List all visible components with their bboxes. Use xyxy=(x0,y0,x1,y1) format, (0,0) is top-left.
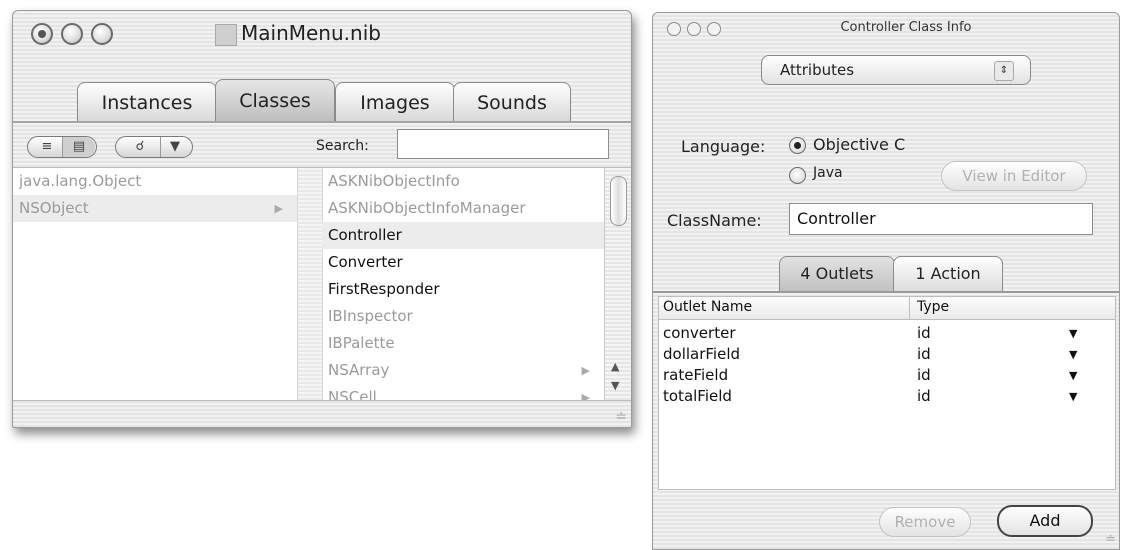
classname-field[interactable]: Controller xyxy=(789,203,1093,235)
browser-item-asknibobjectinfo[interactable]: ASKNibObjectInfo xyxy=(322,168,604,195)
tab-images[interactable]: Images xyxy=(335,82,455,122)
column-divider[interactable] xyxy=(909,297,910,319)
browser-column-2: ASKNibObjectInfo ASKNibObjectInfoManager… xyxy=(322,168,604,400)
outlet-name-cell: converter xyxy=(663,324,736,342)
browser-item-label: java.lang.Object xyxy=(19,172,142,190)
resize-grip-icon[interactable]: ≐ xyxy=(615,409,627,425)
browser-column-1: java.lang.Object NSObject ▶ xyxy=(13,168,297,400)
column-header-outlet-name[interactable]: Outlet Name xyxy=(663,299,752,315)
search-options-popup[interactable]: ☌ ▼ xyxy=(115,136,193,158)
outlet-name-cell: dollarField xyxy=(663,345,741,363)
status-bar: ≐ xyxy=(13,400,631,427)
browser-item-ibinspector[interactable]: IBInspector xyxy=(322,303,604,330)
outlet-type-cell: id xyxy=(917,324,931,342)
window-title: Controller Class Info xyxy=(840,20,972,35)
outlets-table: Outlet Name Type converter id ▼ dollarFi… xyxy=(658,296,1116,490)
disclosure-arrow-icon: ▶ xyxy=(274,202,283,215)
zoom-button[interactable] xyxy=(91,23,113,45)
tab-classes[interactable]: Classes xyxy=(215,79,335,122)
popup-value: Attributes xyxy=(780,61,855,79)
browser-item-label: NSObject xyxy=(19,199,89,217)
tab-divider xyxy=(653,291,1119,293)
scroll-up-arrow-icon[interactable]: ▲ xyxy=(611,360,619,373)
view-in-editor-button[interactable]: View in Editor xyxy=(941,161,1087,191)
remove-button[interactable]: Remove xyxy=(879,507,971,537)
table-row[interactable]: dollarField id ▼ xyxy=(659,344,1115,365)
scroll-down-arrow-icon[interactable]: ▼ xyxy=(611,379,619,392)
browser-item-nscell[interactable]: NSCell ▶ xyxy=(322,384,604,400)
add-button[interactable]: Add xyxy=(997,505,1093,537)
browser-item-nsarray[interactable]: NSArray ▶ xyxy=(322,357,604,384)
browser-item-converter[interactable]: Converter xyxy=(322,249,604,276)
class-browser: java.lang.Object NSObject ▶ ASKNibObject… xyxy=(13,168,631,400)
outlet-type-cell: id xyxy=(917,387,931,405)
window-title: MainMenu.nib xyxy=(241,21,381,45)
browser-item-label: NSCell xyxy=(328,388,377,400)
browser-item-asknibobjectinfomanager[interactable]: ASKNibObjectInfoManager xyxy=(322,195,604,222)
browser-item-firstresponder[interactable]: FirstResponder xyxy=(322,276,604,303)
language-label: Language: xyxy=(681,137,766,156)
browser-item-label: ASKNibObjectInfo xyxy=(328,172,460,190)
browser-item-java-lang-object[interactable]: java.lang.Object xyxy=(13,168,297,195)
browser-item-label: IBInspector xyxy=(328,307,413,325)
browser-item-label: NSArray xyxy=(328,361,390,379)
outlet-name-cell: totalField xyxy=(663,387,732,405)
type-dropdown-arrow-icon[interactable]: ▼ xyxy=(1069,386,1077,407)
browser-item-controller[interactable]: Controller xyxy=(322,222,604,249)
column-divider[interactable] xyxy=(297,168,323,400)
radio-objective-c[interactable] xyxy=(789,137,806,154)
table-row[interactable]: converter id ▼ xyxy=(659,323,1115,344)
inspector-mode-popup[interactable]: Attributes ⇕ xyxy=(761,55,1031,85)
column-header-type[interactable]: Type xyxy=(917,299,949,315)
column-view-icon[interactable]: ▤ xyxy=(62,137,95,157)
view-mode-segmented-control: ≡ ▤ xyxy=(27,136,97,158)
browser-item-label: Controller xyxy=(328,226,402,244)
outlet-name-cell: rateField xyxy=(663,366,729,384)
resize-grip-icon[interactable]: ≐ xyxy=(1105,532,1116,547)
table-header: Outlet Name Type xyxy=(659,297,1115,320)
nib-file-icon xyxy=(215,24,237,46)
type-dropdown-arrow-icon[interactable]: ▼ xyxy=(1069,344,1077,365)
tab-actions[interactable]: 1 Action xyxy=(893,256,1003,292)
browser-item-label: FirstResponder xyxy=(328,280,440,298)
scroll-thumb[interactable] xyxy=(610,176,627,226)
updown-arrows-icon: ⇕ xyxy=(994,61,1014,81)
search-input[interactable] xyxy=(397,129,609,159)
close-button[interactable] xyxy=(31,23,53,45)
vertical-scrollbar[interactable]: ▲ ▼ xyxy=(604,168,631,400)
browser-item-label: IBPalette xyxy=(328,334,395,352)
outlet-type-cell: id xyxy=(917,345,931,363)
browser-item-label: Converter xyxy=(328,253,403,271)
radio-java-label: Java xyxy=(813,165,843,181)
search-label: Search: xyxy=(316,138,369,154)
radio-java[interactable] xyxy=(789,167,806,184)
outlet-type-cell: id xyxy=(917,366,931,384)
classname-label: ClassName: xyxy=(667,211,762,230)
type-dropdown-arrow-icon[interactable]: ▼ xyxy=(1069,365,1077,386)
browser-item-nsobject[interactable]: NSObject ▶ xyxy=(13,195,297,222)
tab-outlets[interactable]: 4 Outlets xyxy=(779,256,895,292)
radio-objective-c-label: Objective C xyxy=(813,135,906,154)
table-row[interactable]: totalField id ▼ xyxy=(659,386,1115,407)
tab-instances[interactable]: Instances xyxy=(77,82,217,122)
magnifier-icon: ☌ xyxy=(135,139,145,154)
type-dropdown-arrow-icon[interactable]: ▼ xyxy=(1069,323,1077,344)
main-menu-nib-window: MainMenu.nib Instances Classes Images So… xyxy=(12,10,632,428)
browser-item-label: ASKNibObjectInfoManager xyxy=(328,199,526,217)
title-bar[interactable]: MainMenu.nib xyxy=(13,11,631,57)
browser-item-ibpalette[interactable]: IBPalette xyxy=(322,330,604,357)
minimize-button[interactable] xyxy=(61,23,83,45)
table-row[interactable]: rateField id ▼ xyxy=(659,365,1115,386)
list-view-icon[interactable]: ≡ xyxy=(32,137,62,157)
disclosure-arrow-icon: ▶ xyxy=(581,364,590,377)
tab-sounds[interactable]: Sounds xyxy=(453,82,571,122)
chevron-down-icon: ▼ xyxy=(160,137,189,157)
class-info-inspector-window: Controller Class Info Attributes ⇕ Langu… xyxy=(652,12,1120,550)
disclosure-arrow-icon: ▶ xyxy=(581,391,590,400)
